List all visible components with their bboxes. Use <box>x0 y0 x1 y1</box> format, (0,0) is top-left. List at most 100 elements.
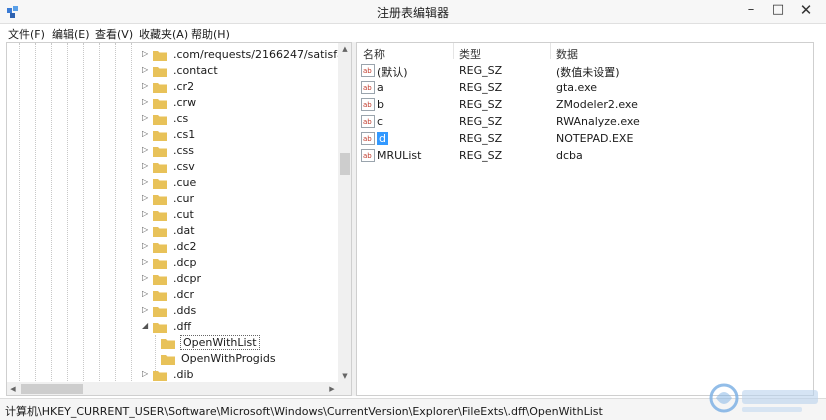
folder-icon <box>153 129 167 141</box>
expand-arrow-icon[interactable]: ▷ <box>142 81 150 91</box>
tree-item-label: .css <box>173 144 195 157</box>
tree-item-label: .cs1 <box>173 128 196 141</box>
scroll-left-arrow-icon[interactable]: ◀ <box>7 382 19 395</box>
string-value-icon: ab <box>361 64 375 77</box>
column-header-type[interactable]: 类型 <box>459 46 481 62</box>
tree-item-contact[interactable]: ▷ .contact <box>7 63 337 79</box>
tree-item-com-requests-2166247-satisfaction-n[interactable]: ▷ .com/requests/2166247/satisfaction/n <box>7 47 351 63</box>
expand-arrow-icon[interactable]: ▷ <box>142 177 150 187</box>
expand-arrow-icon[interactable]: ▷ <box>142 145 150 155</box>
tree-item-cut[interactable]: ▷ .cut <box>7 207 337 223</box>
menu-file[interactable]: 文件(F) <box>8 26 45 42</box>
menu-help[interactable]: 帮助(H) <box>191 26 230 42</box>
menu-edit[interactable]: 编辑(E) <box>52 26 90 42</box>
scroll-down-arrow-icon[interactable]: ▼ <box>338 370 351 382</box>
tree-item-label: .crw <box>173 96 197 109</box>
expand-arrow-icon[interactable]: ▷ <box>142 193 150 203</box>
tree-item-cs1[interactable]: ▷ .cs1 <box>7 127 337 143</box>
string-value-icon: ab <box>361 115 375 128</box>
tree-vertical-scroll-thumb[interactable] <box>340 153 350 175</box>
expand-arrow-icon[interactable]: ▷ <box>142 241 150 251</box>
expand-arrow-icon[interactable]: ▷ <box>142 273 150 283</box>
expand-arrow-icon[interactable]: ▷ <box>142 257 150 267</box>
folder-icon <box>153 305 167 317</box>
expand-arrow-icon[interactable]: ▷ <box>142 129 150 139</box>
tree-item-cue[interactable]: ▷ .cue <box>7 175 337 191</box>
tree-item-css[interactable]: ▷ .css <box>7 143 337 159</box>
expand-arrow-icon[interactable]: ▷ <box>142 97 150 107</box>
folder-icon <box>153 177 167 189</box>
tree-item-label: .com/requests/2166247/satisfaction/n <box>173 48 351 61</box>
tree-item-crw[interactable]: ▷ .crw <box>7 95 337 111</box>
tree-horizontal-scroll-thumb[interactable] <box>21 384 83 394</box>
expand-arrow-icon[interactable]: ▷ <box>142 65 150 75</box>
column-separator[interactable] <box>453 43 454 59</box>
folder-icon <box>153 97 167 109</box>
collapse-arrow-icon[interactable]: ◢ <box>142 321 150 331</box>
value-row-item[interactable]: ab (默认) REG_SZ (数值未设置) <box>357 62 813 79</box>
expand-arrow-icon[interactable]: ▷ <box>142 161 150 171</box>
maximize-button[interactable]: □ <box>763 0 793 22</box>
svg-text:ab: ab <box>363 118 372 126</box>
value-type: REG_SZ <box>459 98 503 111</box>
title-bar: 注册表编辑器 – □ ✕ <box>0 0 826 24</box>
tree-item-cr2[interactable]: ▷ .cr2 <box>7 79 337 95</box>
tree-item-label: .dc2 <box>173 240 197 253</box>
tree-item-dc2[interactable]: ▷ .dc2 <box>7 239 337 255</box>
minimize-button[interactable]: – <box>736 0 766 22</box>
tree-item-dcpr[interactable]: ▷ .dcpr <box>7 271 337 287</box>
tree-item-cur[interactable]: ▷ .cur <box>7 191 337 207</box>
tree-item-cs[interactable]: ▷ .cs <box>7 111 337 127</box>
value-row-mrulist[interactable]: ab MRUList REG_SZ dcba <box>357 147 813 164</box>
tree-horizontal-scrollbar[interactable]: ◀ ▶ <box>7 382 338 395</box>
folder-icon <box>153 145 167 157</box>
string-value-icon: ab <box>361 81 375 94</box>
value-data: dcba <box>556 149 583 162</box>
tree-item-dcp[interactable]: ▷ .dcp <box>7 255 337 271</box>
column-header-data[interactable]: 数据 <box>556 46 578 62</box>
folder-icon <box>153 369 167 381</box>
svg-text:ab: ab <box>363 67 372 75</box>
close-button[interactable]: ✕ <box>791 0 821 22</box>
value-type: REG_SZ <box>459 64 503 77</box>
value-row-d[interactable]: ab d REG_SZ NOTEPAD.EXE <box>357 130 813 147</box>
expand-arrow-icon[interactable]: ▷ <box>142 305 150 315</box>
scroll-right-arrow-icon[interactable]: ▶ <box>326 382 338 395</box>
expand-arrow-icon[interactable]: ▷ <box>142 209 150 219</box>
expand-arrow-icon[interactable]: ▷ <box>142 113 150 123</box>
values-list[interactable]: 名称 类型 数据 ab (默认) REG_SZ (数值未设置) ab a REG_SZ gta… <box>356 42 814 396</box>
value-data: NOTEPAD.EXE <box>556 132 634 145</box>
value-row-a[interactable]: ab a REG_SZ gta.exe <box>357 79 813 96</box>
column-separator[interactable] <box>550 43 551 59</box>
expand-arrow-icon[interactable]: ▷ <box>142 49 150 59</box>
menu-favorites[interactable]: 收藏夹(A) <box>139 26 188 42</box>
tree-item-label: .dcpr <box>173 272 202 285</box>
scroll-corner <box>338 382 351 395</box>
tree-item-label: .cur <box>173 192 195 205</box>
column-header-name[interactable]: 名称 <box>363 46 385 62</box>
tree-item-dib[interactable]: ▷ .dib <box>7 367 337 383</box>
tree-item-csv[interactable]: ▷ .csv <box>7 159 337 175</box>
tree-item-dff[interactable]: ◢ .dff <box>7 319 337 335</box>
folder-icon <box>153 65 167 77</box>
tree-vertical-scrollbar[interactable]: ▲ ▼ <box>338 43 351 382</box>
tree-item-openwithlist[interactable]: OpenWithList <box>7 335 337 351</box>
value-type: REG_SZ <box>459 115 503 128</box>
menu-view[interactable]: 查看(V) <box>95 26 133 42</box>
tree-item-openwithprogids[interactable]: OpenWithProgids <box>7 351 337 367</box>
value-name: d <box>377 132 388 145</box>
folder-icon <box>153 225 167 237</box>
folder-icon <box>161 353 175 365</box>
value-row-c[interactable]: ab c REG_SZ RWAnalyze.exe <box>357 113 813 130</box>
value-row-b[interactable]: ab b REG_SZ ZModeler2.exe <box>357 96 813 113</box>
folder-icon <box>153 321 167 333</box>
expand-arrow-icon[interactable]: ▷ <box>142 225 150 235</box>
value-name: c <box>377 115 384 128</box>
registry-tree[interactable]: ▷ .com/requests/2166247/satisfaction/n ▷ .c… <box>6 42 352 396</box>
scroll-up-arrow-icon[interactable]: ▲ <box>338 43 351 55</box>
tree-item-dds[interactable]: ▷ .dds <box>7 303 337 319</box>
expand-arrow-icon[interactable]: ▷ <box>142 289 150 299</box>
expand-arrow-icon[interactable]: ▷ <box>142 369 150 379</box>
tree-item-dat[interactable]: ▷ .dat <box>7 223 337 239</box>
tree-item-dcr[interactable]: ▷ .dcr <box>7 287 337 303</box>
